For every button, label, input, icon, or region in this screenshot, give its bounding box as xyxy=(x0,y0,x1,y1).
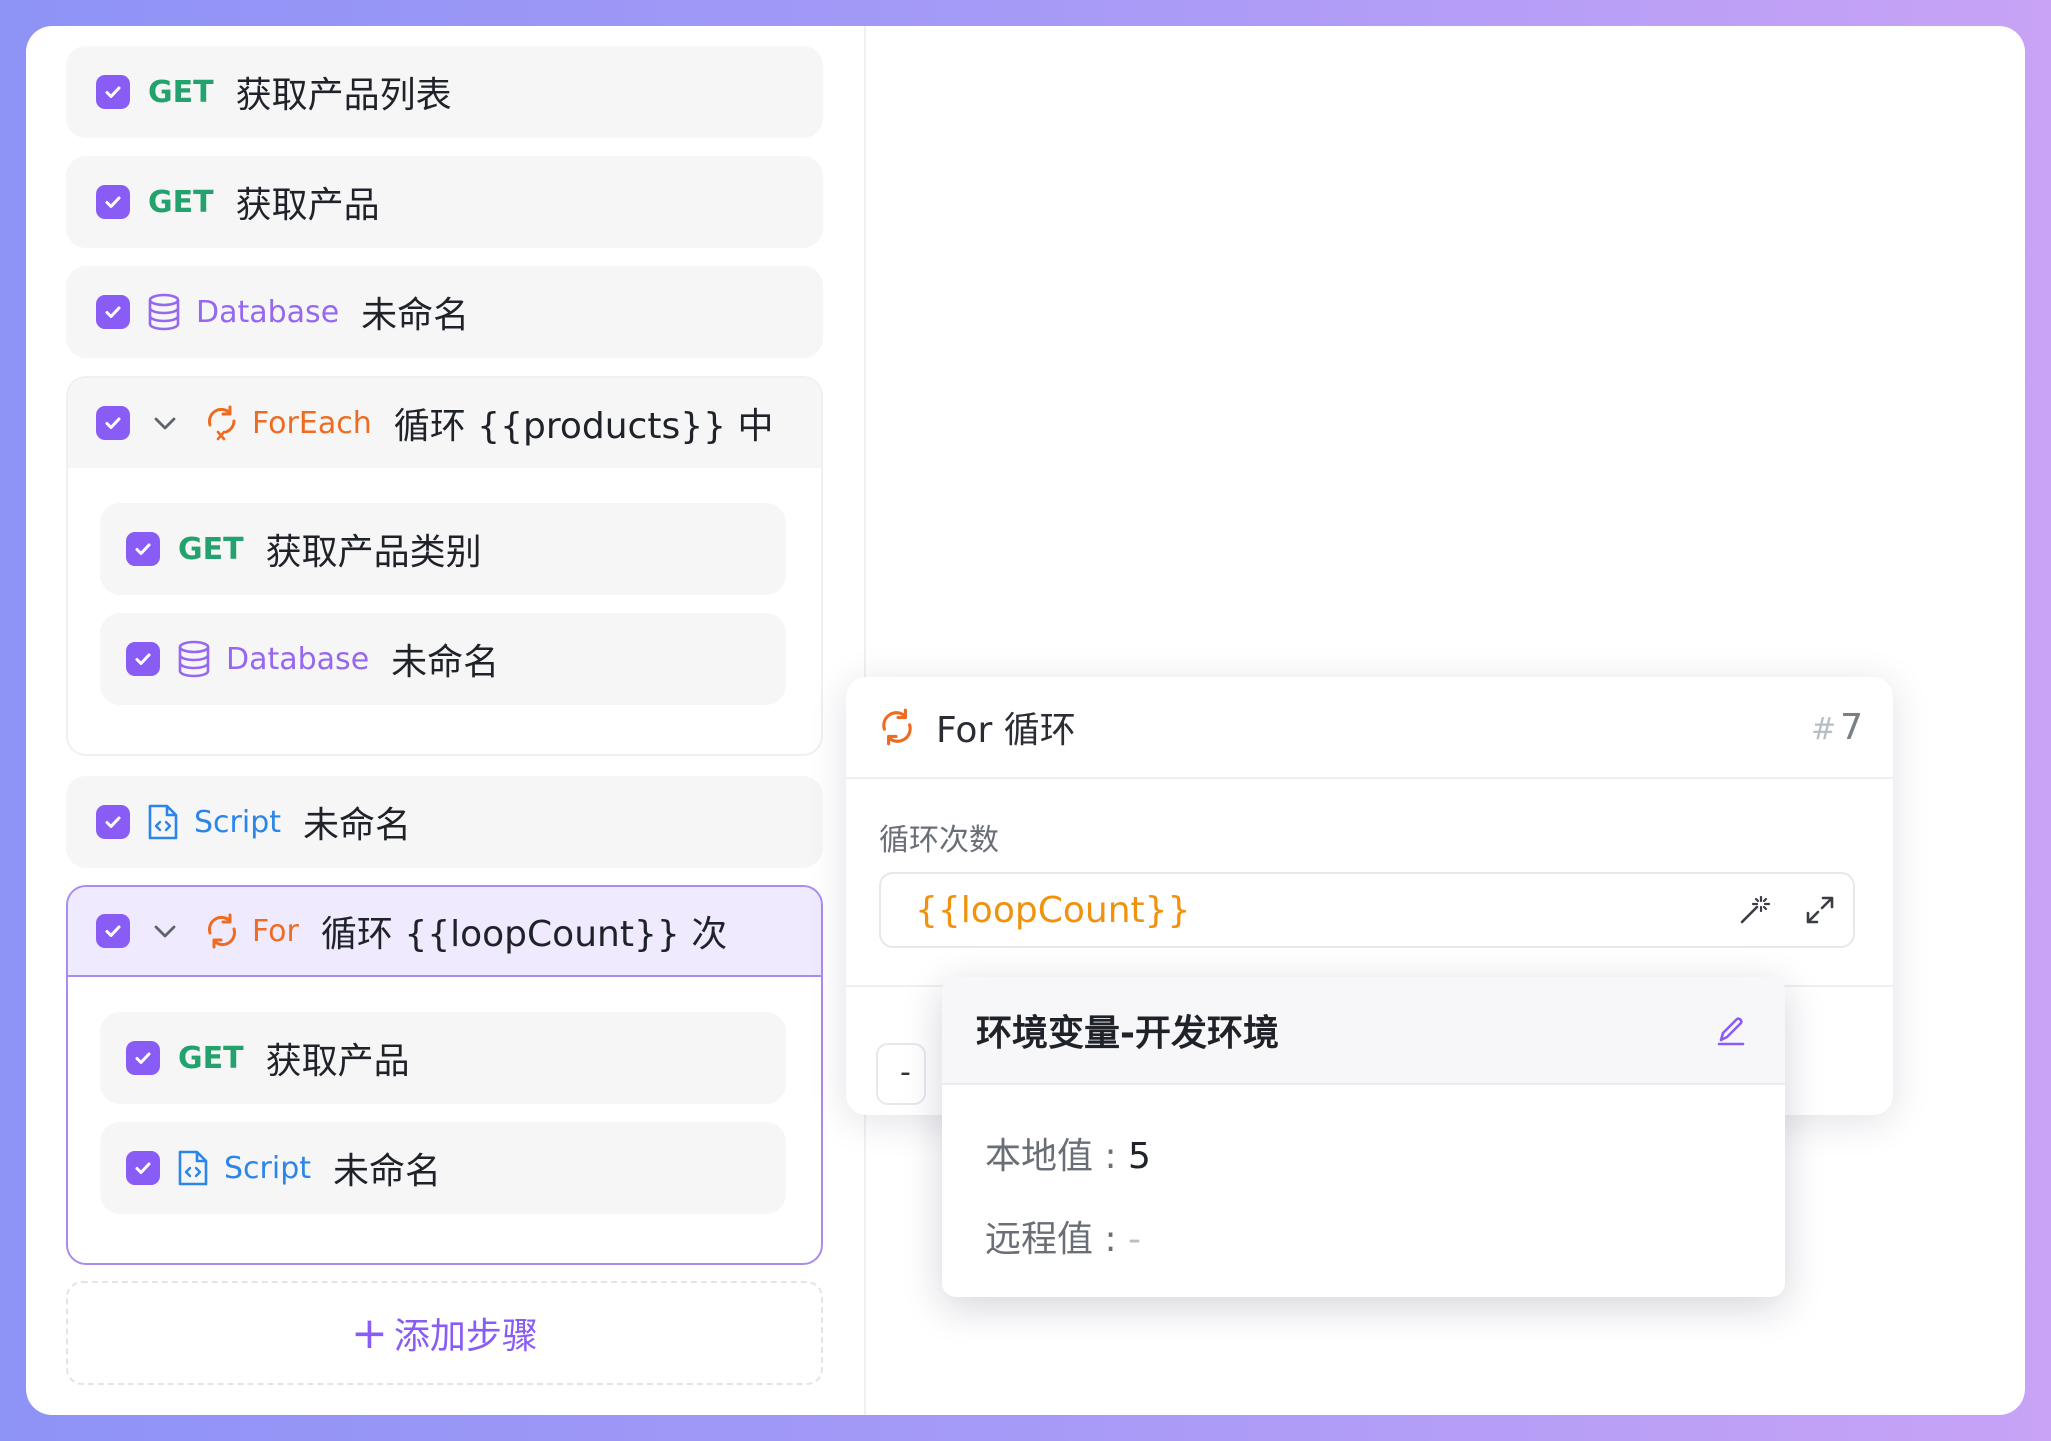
method-badge: Database xyxy=(196,294,340,330)
checkbox[interactable] xyxy=(96,295,130,329)
checkbox[interactable] xyxy=(96,805,130,839)
script-file-icon xyxy=(176,1148,210,1188)
edit-pencil-icon[interactable] xyxy=(1713,1012,1749,1048)
panel-partial-control[interactable]: - xyxy=(876,1043,926,1105)
chevron-down-icon[interactable] xyxy=(150,916,180,946)
local-value-label: 本地值 : xyxy=(985,1136,1129,1177)
method-badge: GET xyxy=(148,74,214,110)
checkbox[interactable] xyxy=(96,185,130,219)
step-item[interactable]: GET 获取产品 xyxy=(100,1012,786,1104)
method-badge: ForEach xyxy=(252,405,372,441)
step-item[interactable]: GET 获取产品类别 xyxy=(100,503,786,595)
checkbox[interactable] xyxy=(126,1151,160,1185)
method-badge: Script xyxy=(194,804,282,840)
remote-value-label: 远程值 : xyxy=(985,1219,1129,1260)
local-value-row: 本地值 : 5 xyxy=(985,1127,1151,1179)
foreach-header[interactable]: ForEach 循环 {{products}} 中的元素 xyxy=(68,378,821,468)
checkbox[interactable] xyxy=(126,642,160,676)
checkbox[interactable] xyxy=(96,75,130,109)
step-label: 未命名 xyxy=(303,805,412,846)
loop-count-label: 循环次数 xyxy=(879,823,999,858)
panel-header: For 循环 #7 xyxy=(846,677,1893,779)
step-label: 循环 {{products}} 中的元素 xyxy=(393,406,774,447)
checkbox[interactable] xyxy=(126,532,160,566)
checkbox[interactable] xyxy=(96,914,130,948)
database-icon xyxy=(176,639,212,679)
for-group: For 循环 {{loopCount}} 次 GET 获取产品 Script 未… xyxy=(66,885,823,1265)
chevron-down-icon[interactable] xyxy=(150,408,180,438)
checkbox[interactable] xyxy=(96,406,130,440)
step-item[interactable]: GET 获取产品列表 xyxy=(66,46,823,138)
app-frame: GET 获取产品列表 GET 获取产品 Database 未命名 ForEach… xyxy=(26,26,2025,1415)
method-badge: Database xyxy=(226,641,370,677)
local-value: 5 xyxy=(1128,1136,1151,1177)
env-variable-popover: 环境变量-开发环境 本地值 : 5 远程值 : - xyxy=(942,977,1785,1297)
step-id-number: 7 xyxy=(1840,706,1863,748)
step-label: 未命名 xyxy=(391,642,500,683)
method-badge: Script xyxy=(224,1150,312,1186)
loop-icon xyxy=(202,911,242,951)
panel-title: For 循环 xyxy=(936,710,1076,751)
method-badge: GET xyxy=(178,1040,244,1076)
remote-value: - xyxy=(1128,1219,1142,1260)
step-label: 获取产品类别 xyxy=(265,532,482,573)
remote-value-row: 远程值 : - xyxy=(985,1210,1141,1262)
step-item[interactable]: Script 未命名 xyxy=(100,1122,786,1214)
script-file-icon xyxy=(146,802,180,842)
step-label: 未命名 xyxy=(333,1151,442,1192)
magic-wand-icon[interactable] xyxy=(1737,893,1771,927)
hash-sign: # xyxy=(1810,711,1837,747)
method-badge: GET xyxy=(178,531,244,567)
method-badge: For xyxy=(252,913,299,949)
plus-icon: + xyxy=(351,1307,388,1359)
method-badge: GET xyxy=(148,184,214,220)
database-icon xyxy=(146,292,182,332)
step-label: 获取产品列表 xyxy=(235,75,452,116)
add-step-button[interactable]: + 添加步骤 xyxy=(66,1281,823,1385)
loop-icon xyxy=(876,706,918,748)
step-id: #7 xyxy=(1811,707,1863,748)
step-label: 循环 {{loopCount}} 次 xyxy=(320,914,728,955)
step-item[interactable]: Database 未命名 xyxy=(66,266,823,358)
add-step-label: 添加步骤 xyxy=(393,1316,538,1357)
step-label: 获取产品 xyxy=(265,1041,410,1082)
expand-icon[interactable] xyxy=(1803,893,1837,927)
foreach-group: ForEach 循环 {{products}} 中的元素 GET 获取产品类别 … xyxy=(66,376,823,756)
step-label: 未命名 xyxy=(361,295,470,336)
foreach-loop-icon xyxy=(202,403,242,443)
popover-title: 环境变量-开发环境 xyxy=(976,1013,1279,1054)
loop-count-value: {{loopCount}} xyxy=(915,889,1191,931)
input-tools xyxy=(1737,893,1853,927)
popover-header: 环境变量-开发环境 xyxy=(942,977,1785,1085)
step-item[interactable]: Database 未命名 xyxy=(100,613,786,705)
checkbox[interactable] xyxy=(126,1041,160,1075)
loop-count-input[interactable]: {{loopCount}} xyxy=(879,872,1855,948)
for-header[interactable]: For 循环 {{loopCount}} 次 xyxy=(68,887,821,977)
step-label: 获取产品 xyxy=(235,185,380,226)
step-item[interactable]: Script 未命名 xyxy=(66,776,823,868)
step-item[interactable]: GET 获取产品 xyxy=(66,156,823,248)
